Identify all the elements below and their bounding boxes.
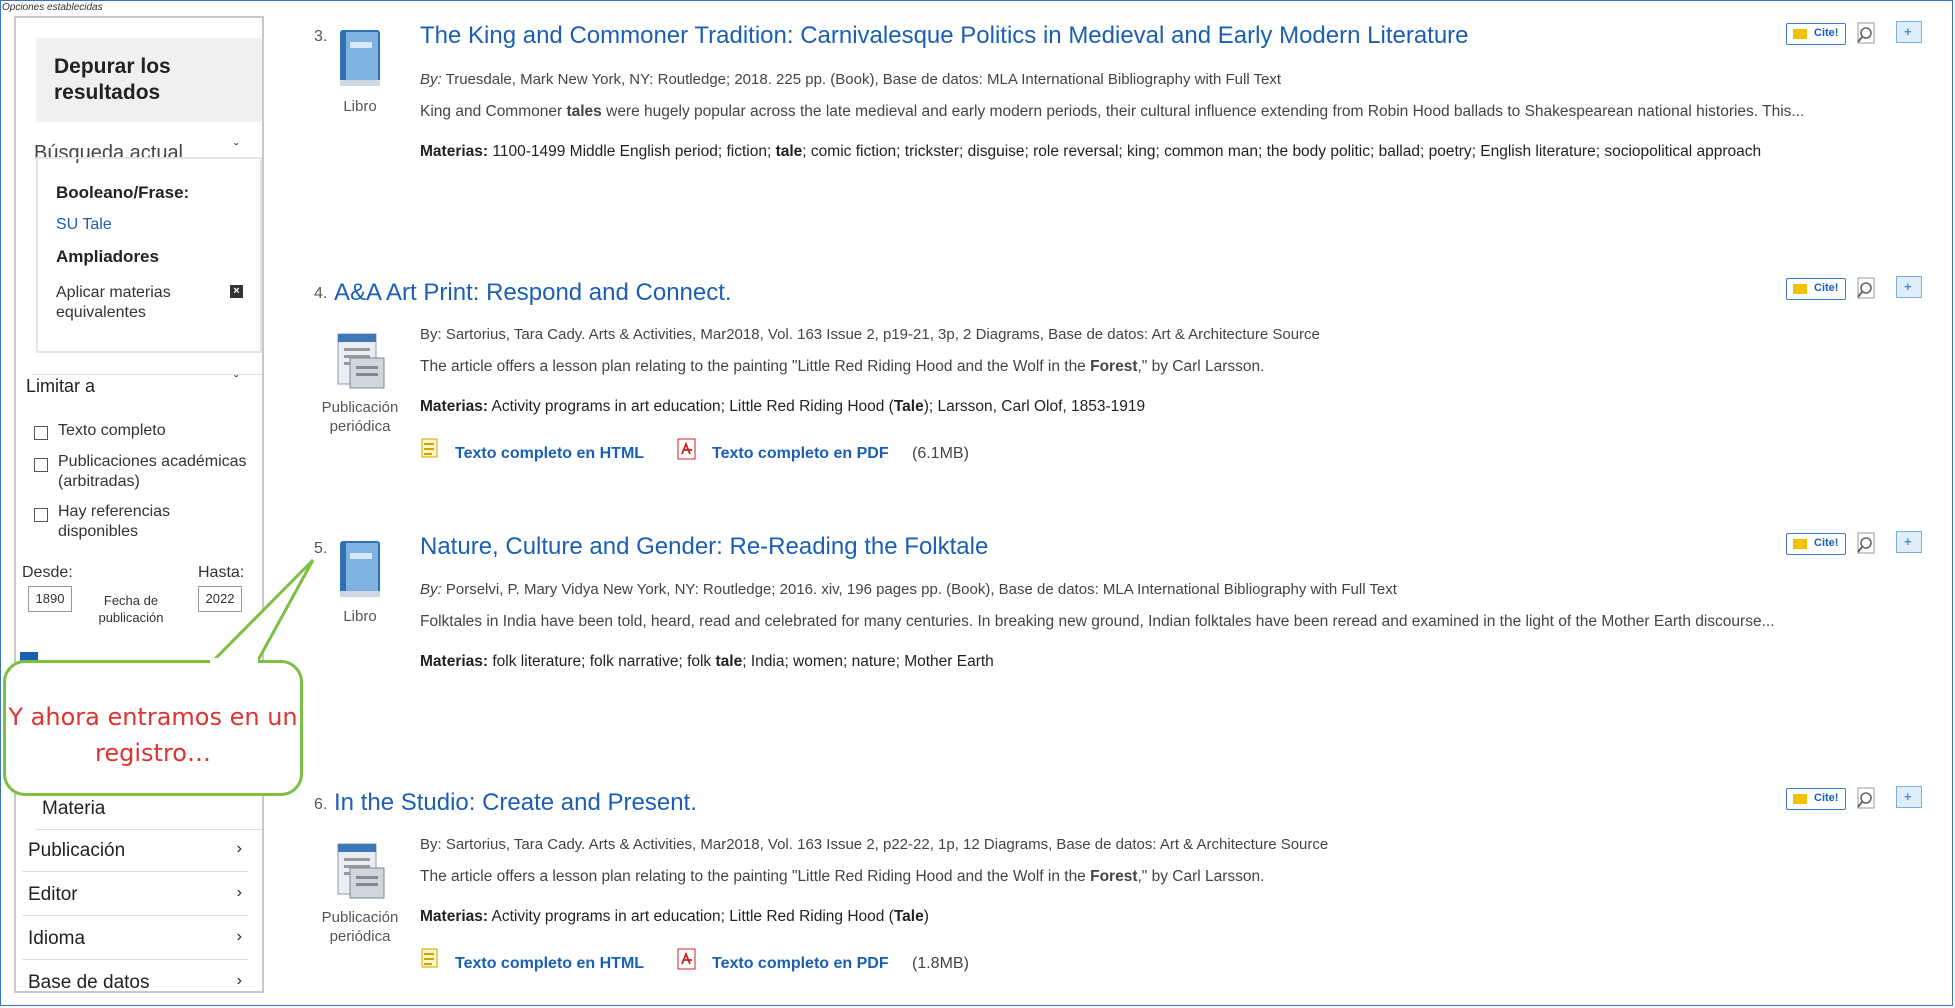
result-type: Libro [343, 98, 377, 115]
chevron-right-icon: › [236, 972, 242, 989]
add-to-folder-icon[interactable]: + [1896, 786, 1922, 808]
add-to-folder-icon[interactable]: + [1896, 276, 1922, 298]
preview-magnifier-icon[interactable] [1855, 786, 1879, 810]
by-prefix: By: [420, 71, 442, 88]
result-source: By: Sartorius, Tara Cady. Arts & Activit… [420, 836, 1329, 853]
result-title-link[interactable]: Nature, Culture and Gender: Re-Reading t… [420, 533, 988, 561]
facet-publicacion[interactable]: Publicación › [22, 830, 248, 872]
result-source: By: Truesdale, Mark New York, NY: Routle… [420, 71, 1281, 88]
facet-label: Base de datos [28, 972, 150, 993]
callout-text: Y ahora entramos en un registro… [8, 703, 298, 767]
result-source: By: Sartorius, Tara Cady. Arts & Activit… [420, 326, 1320, 343]
cite-label: Cite! [1814, 537, 1839, 549]
html-document-icon [421, 438, 438, 458]
result-type: Publicación periódica [321, 399, 399, 435]
result-type: Libro [343, 608, 377, 625]
result-number: 5. [314, 540, 328, 557]
result-subjects: Materias: folk literature; folk narrativ… [420, 653, 994, 670]
result-subjects: Materias: 1100-1499 Middle English perio… [420, 143, 1762, 160]
html-document-icon [421, 948, 438, 968]
result-subjects: Materias: Activity programs in art educa… [420, 908, 929, 925]
preview-magnifier-icon[interactable] [1855, 276, 1879, 300]
full-text-html-link[interactable]: Texto completo en HTML [455, 445, 644, 463]
add-to-folder-icon[interactable]: + [1896, 531, 1922, 553]
pdf-size: (1.8MB) [912, 955, 969, 972]
cite-button[interactable]: Cite! [1786, 533, 1846, 555]
result-abstract: Folktales in India have been told, heard… [420, 613, 1775, 630]
facet-label: Idioma [28, 928, 86, 949]
cite-button[interactable]: Cite! [1786, 788, 1846, 810]
full-text-html-link[interactable]: Texto completo en HTML [455, 955, 644, 973]
callout-tail [206, 558, 315, 666]
result-number: 6. [314, 796, 328, 813]
result-abstract: King and Commoner tales were hugely popu… [420, 103, 1805, 120]
facet-base-de-datos[interactable]: Base de datos › [22, 962, 248, 1004]
add-to-folder-icon[interactable]: + [1896, 21, 1922, 43]
cite-label: Cite! [1814, 282, 1839, 294]
facet-label: Editor [28, 884, 78, 905]
pdf-icon [677, 438, 696, 460]
preview-magnifier-icon[interactable] [1855, 531, 1879, 555]
pdf-size: (6.1MB) [912, 445, 969, 462]
facet-label: Materia [42, 798, 106, 819]
periodical-icon[interactable] [332, 330, 388, 392]
periodical-icon[interactable] [332, 840, 388, 902]
cite-label: Cite! [1814, 792, 1839, 804]
full-text-pdf-link[interactable]: Texto completo en PDF [712, 955, 889, 973]
annotation-callout: Y ahora entramos en un registro… [3, 660, 303, 796]
result-title-link[interactable]: In the Studio: Create and Present. [334, 789, 697, 817]
pdf-icon [677, 948, 696, 970]
chevron-right-icon: › [236, 928, 242, 945]
result-title-link[interactable]: A&A Art Print: Respond and Connect. [334, 279, 732, 307]
result-abstract: The article offers a lesson plan relatin… [420, 868, 1265, 885]
result-abstract: The article offers a lesson plan relatin… [420, 358, 1265, 375]
result-number: 4. [314, 285, 328, 302]
result-title-link[interactable]: The King and Commoner Tradition: Carniva… [420, 22, 1469, 50]
full-text-pdf-link[interactable]: Texto completo en PDF [712, 445, 889, 463]
cite-button[interactable]: Cite! [1786, 278, 1846, 300]
callout-tail-cover [210, 658, 258, 666]
facet-label: Publicación [28, 840, 126, 861]
facet-idioma[interactable]: Idioma › [22, 918, 248, 960]
book-icon[interactable] [336, 26, 384, 88]
facet-editor[interactable]: Editor › [22, 874, 248, 916]
cite-label: Cite! [1814, 27, 1839, 39]
preview-magnifier-icon[interactable] [1855, 21, 1879, 45]
result-type: Publicación periódica [321, 909, 399, 945]
book-icon[interactable] [336, 537, 384, 599]
cite-button[interactable]: Cite! [1786, 23, 1846, 45]
result-number: 3. [314, 28, 328, 45]
result-subjects: Materias: Activity programs in art educa… [420, 398, 1146, 415]
result-source: By: Porselvi, P. Mary Vidya New York, NY… [420, 581, 1397, 598]
chevron-right-icon: › [236, 840, 242, 857]
chevron-right-icon: › [236, 884, 242, 901]
source-text: Truesdale, Mark New York, NY: Routledge;… [445, 71, 1282, 88]
